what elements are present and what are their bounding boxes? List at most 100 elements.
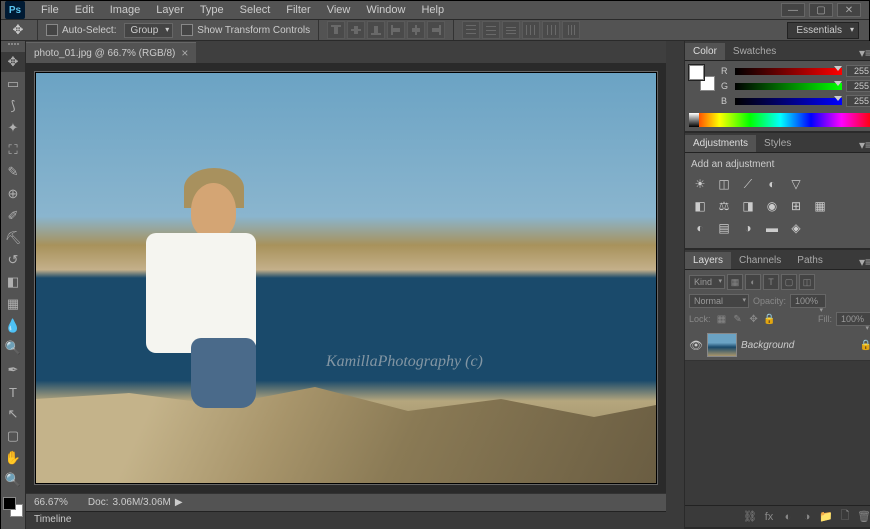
- tab-layers[interactable]: Layers: [685, 252, 731, 269]
- maximize-button[interactable]: ▢: [809, 3, 833, 17]
- panel-menu-icon[interactable]: ▾≡: [855, 46, 870, 60]
- timeline-panel-tab[interactable]: Timeline: [26, 511, 666, 529]
- tab-styles[interactable]: Styles: [756, 135, 799, 152]
- link-layers-icon[interactable]: ⛓: [742, 509, 758, 525]
- color-lookup-icon[interactable]: ▦: [811, 198, 829, 214]
- tab-adjustments[interactable]: Adjustments: [685, 135, 756, 152]
- blur-tool[interactable]: 💧: [1, 316, 25, 336]
- distribute-right-icon[interactable]: [562, 21, 580, 39]
- b-value[interactable]: 255: [846, 95, 870, 107]
- blend-mode-dropdown[interactable]: Normal: [689, 294, 749, 308]
- opacity-value[interactable]: 100%: [790, 294, 826, 308]
- g-value[interactable]: 255: [846, 80, 870, 92]
- new-layer-icon[interactable]: 🗋: [837, 509, 853, 525]
- align-vcenter-icon[interactable]: [347, 21, 365, 39]
- fill-value[interactable]: 100%: [836, 312, 870, 326]
- posterize-icon[interactable]: ▤: [715, 220, 733, 236]
- doc-info-arrow-icon[interactable]: ▶: [175, 497, 183, 508]
- hand-tool[interactable]: ✋: [1, 448, 25, 468]
- brush-tool[interactable]: ✐: [1, 206, 25, 226]
- menu-help[interactable]: Help: [413, 4, 452, 16]
- fg-bg-swatches[interactable]: [689, 65, 715, 91]
- b-slider[interactable]: [735, 98, 842, 105]
- panel-menu-icon[interactable]: ▾≡: [855, 255, 870, 269]
- zoom-level[interactable]: 66.67%: [34, 497, 68, 508]
- threshold-icon[interactable]: ◑: [739, 220, 757, 236]
- dodge-tool[interactable]: 🔍: [1, 338, 25, 358]
- new-group-icon[interactable]: 📁: [818, 509, 834, 525]
- minimize-button[interactable]: —: [781, 3, 805, 17]
- color-balance-icon[interactable]: ⚖: [715, 198, 733, 214]
- menu-filter[interactable]: Filter: [278, 4, 318, 16]
- collapsed-dock[interactable]: [666, 41, 684, 529]
- menu-file[interactable]: File: [33, 4, 67, 16]
- hue-saturation-icon[interactable]: ◧: [691, 198, 709, 214]
- align-hcenter-icon[interactable]: [407, 21, 425, 39]
- pen-tool[interactable]: ✒: [1, 360, 25, 380]
- exposure-icon[interactable]: ◐: [763, 176, 781, 192]
- selective-color-icon[interactable]: ◈: [787, 220, 805, 236]
- tab-paths[interactable]: Paths: [789, 252, 831, 269]
- close-button[interactable]: ✕: [837, 3, 861, 17]
- layer-fx-icon[interactable]: fx: [761, 509, 777, 525]
- levels-icon[interactable]: ◫: [715, 176, 733, 192]
- menu-image[interactable]: Image: [102, 4, 149, 16]
- magic-wand-tool[interactable]: ✦: [1, 118, 25, 138]
- vibrance-icon[interactable]: ▽: [787, 176, 805, 192]
- document-tab[interactable]: photo_01.jpg @ 66.7% (RGB/8) ×: [26, 42, 196, 63]
- filter-shape-icon[interactable]: ▢: [781, 274, 797, 290]
- filter-kind-dropdown[interactable]: Kind: [689, 275, 725, 289]
- black-white-icon[interactable]: ◨: [739, 198, 757, 214]
- tab-color[interactable]: Color: [685, 43, 725, 60]
- distribute-left-icon[interactable]: [522, 21, 540, 39]
- healing-brush-tool[interactable]: ⊕: [1, 184, 25, 204]
- lasso-tool[interactable]: ⟆: [1, 96, 25, 116]
- workspace-dropdown[interactable]: Essentials: [787, 22, 859, 39]
- layer-name[interactable]: Background: [741, 340, 856, 351]
- group-layer-dropdown[interactable]: Group: [124, 23, 173, 38]
- menu-window[interactable]: Window: [358, 4, 413, 16]
- menu-edit[interactable]: Edit: [67, 4, 102, 16]
- history-brush-tool[interactable]: ↺: [1, 250, 25, 270]
- distribute-top-icon[interactable]: [462, 21, 480, 39]
- tab-channels[interactable]: Channels: [731, 252, 789, 269]
- shape-tool[interactable]: ▢: [1, 426, 25, 446]
- gradient-map-icon[interactable]: ▬: [763, 220, 781, 236]
- gradient-tool[interactable]: ▦: [1, 294, 25, 314]
- type-tool[interactable]: T: [1, 382, 25, 402]
- align-right-icon[interactable]: [427, 21, 445, 39]
- eyedropper-tool[interactable]: ✎: [1, 162, 25, 182]
- menu-layer[interactable]: Layer: [148, 4, 192, 16]
- layer-item[interactable]: 👁 Background 🔒: [685, 330, 870, 361]
- photo-filter-icon[interactable]: ◉: [763, 198, 781, 214]
- menu-view[interactable]: View: [319, 4, 359, 16]
- auto-select-checkbox[interactable]: Auto-Select:: [46, 24, 116, 36]
- menu-select[interactable]: Select: [232, 4, 279, 16]
- filter-smart-icon[interactable]: ◫: [799, 274, 815, 290]
- panel-menu-icon[interactable]: ▾≡: [855, 138, 870, 152]
- align-top-icon[interactable]: [327, 21, 345, 39]
- distribute-hcenter-icon[interactable]: [542, 21, 560, 39]
- lock-all-icon[interactable]: 🔒: [763, 312, 777, 326]
- align-left-icon[interactable]: [387, 21, 405, 39]
- layer-mask-icon[interactable]: ◐: [780, 509, 796, 525]
- g-slider[interactable]: [735, 83, 842, 90]
- tab-close-icon[interactable]: ×: [181, 46, 188, 60]
- lock-pixels-icon[interactable]: ✎: [731, 312, 745, 326]
- tab-swatches[interactable]: Swatches: [725, 43, 784, 60]
- distribute-vcenter-icon[interactable]: [482, 21, 500, 39]
- r-slider[interactable]: [735, 68, 842, 75]
- visibility-icon[interactable]: 👁: [689, 339, 703, 352]
- canvas-area[interactable]: KamillaPhotography (c): [26, 63, 666, 493]
- curves-icon[interactable]: ⟋: [739, 176, 757, 192]
- invert-icon[interactable]: ◐: [691, 220, 709, 236]
- panel-grip-icon[interactable]: [1, 43, 25, 49]
- align-bottom-icon[interactable]: [367, 21, 385, 39]
- brightness-contrast-icon[interactable]: ☀: [691, 176, 709, 192]
- eraser-tool[interactable]: ◧: [1, 272, 25, 292]
- color-swatches[interactable]: [1, 495, 25, 519]
- clone-stamp-tool[interactable]: ⛏: [1, 228, 25, 248]
- zoom-tool[interactable]: 🔍: [1, 470, 25, 490]
- delete-layer-icon[interactable]: 🗑: [856, 509, 870, 525]
- move-tool[interactable]: ✥: [1, 52, 25, 72]
